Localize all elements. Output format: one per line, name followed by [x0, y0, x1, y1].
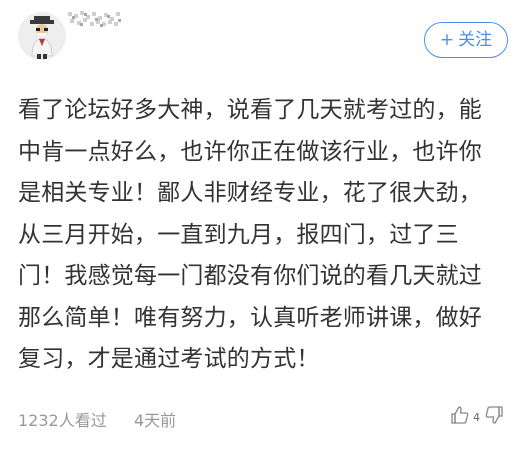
post-line: 复习，才是通过考试的方式！ — [18, 346, 320, 372]
like-count: 4 — [473, 410, 480, 424]
post-line: 中肯一点好么，也许你正在做该行业，也许你 — [18, 138, 482, 165]
post-line: 那么简单！唯有努力，认真听老师讲课，做好 — [18, 304, 482, 331]
view-count: 1232人看过 — [18, 411, 107, 430]
thumbs-down-icon — [484, 405, 504, 429]
reaction-actions: 4 — [450, 405, 504, 429]
follow-button[interactable]: + 关注 — [424, 22, 508, 58]
like-button[interactable]: 4 — [450, 405, 484, 429]
thumbs-up-icon — [450, 405, 470, 429]
post-time: 4天前 — [134, 411, 177, 430]
follow-button-label: 关注 — [458, 30, 493, 50]
post-content: 看了论坛好多大神，说看了几天就考过的，能 中肯一点好么，也许你正在做该行业，也许… — [18, 90, 508, 381]
username-mosaic — [66, 10, 126, 28]
post-header: + 关注 — [0, 0, 519, 80]
plus-icon: + — [439, 30, 455, 50]
post-line: 看了论坛好多大神，说看了几天就考过的，能 — [18, 97, 482, 123]
avatar[interactable] — [18, 12, 66, 60]
post-line: 门！我感觉每一门都没有你们说的看几天就过 — [18, 263, 482, 289]
dislike-button[interactable] — [484, 405, 504, 429]
post-line: 从三月开始，一直到九月，报四门，过了三 — [18, 221, 459, 248]
post-footer: 1232人看过 4天前 4 — [18, 405, 508, 433]
post-line: 是相关专业！鄙人非财经专业，花了很大劲， — [18, 180, 482, 206]
